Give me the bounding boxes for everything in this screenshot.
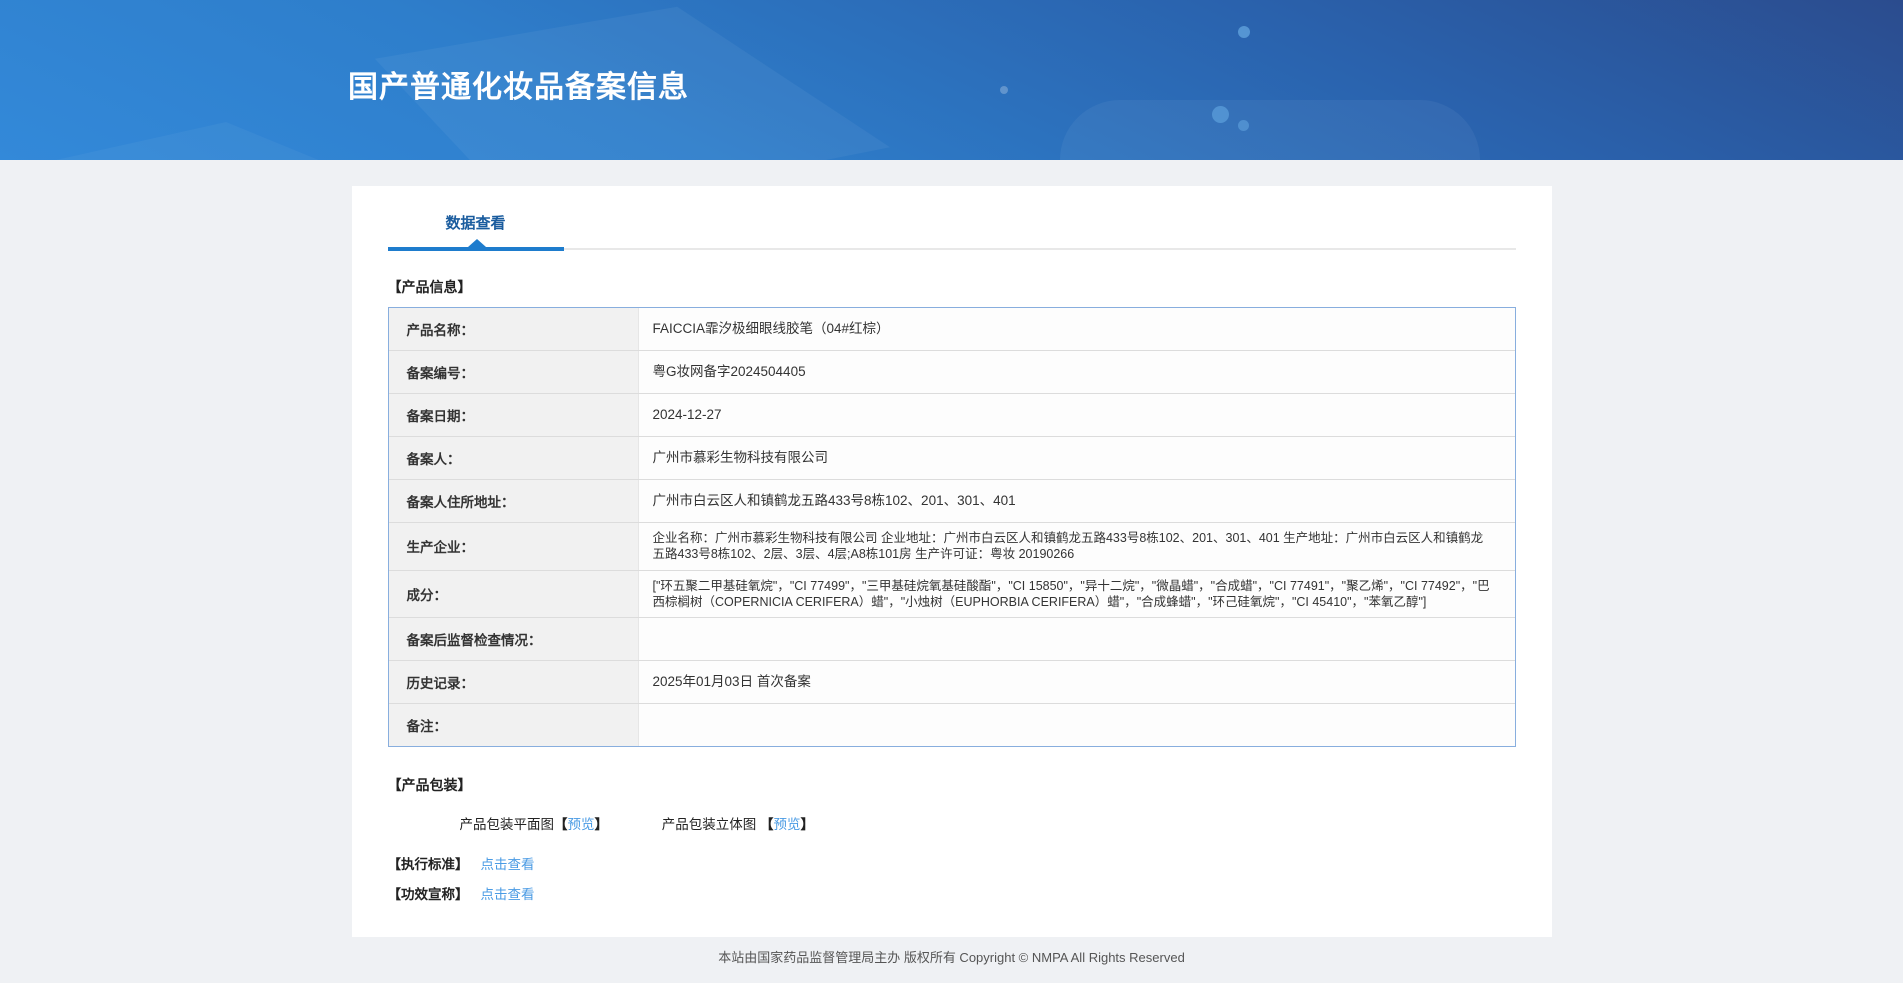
row-value: 广州市慕彩生物科技有限公司 [652,449,829,465]
packaging-flat-preview-link[interactable]: 预览 [568,817,595,832]
standard-label: 【执行标准】 [387,857,469,872]
header-decor-dot [1000,86,1008,94]
row-label: 成分： [388,570,639,617]
row-value: 企业名称：广州市慕彩生物科技有限公司 企业地址：广州市白云区人和镇鹤龙五路433… [652,531,1484,562]
main-area: 数据查看 【产品信息】 产品名称： FAICCIA霏汐极细眼线胶笔（04#红棕）… [0,160,1903,966]
row-value [639,618,1515,660]
row-value: 2025年01月03日 首次备案 [652,673,811,689]
row-label: 备案人住所地址： [388,480,639,522]
bracket-open: 【 [554,817,568,832]
standard-view-link[interactable]: 点击查看 [481,857,535,872]
tab-bar: 数据查看 [387,210,1516,251]
row-label: 生产企业： [388,523,639,570]
packaging-stereo-label: 产品包装立体图 [661,817,761,832]
row-label: 备注： [388,704,639,746]
standard-row: 【执行标准】 点击查看 [388,853,1516,873]
row-value [639,704,1515,746]
row-value: 粤G妆网备字2024504405 [652,363,806,379]
bracket-open: 【 [760,817,774,832]
row-label: 备案人： [388,437,639,479]
row-value: ["环五聚二甲基硅氧烷"，"CI 77499"，"三甲基硅烷氧基硅酸酯"，"CI… [652,578,1490,609]
packaging-section-title: 【产品包装】 [387,777,472,793]
table-row-product-name: 产品名称： FAICCIA霏汐极细眼线胶笔（04#红棕） [388,308,1515,351]
header-decor-blob [1060,100,1480,160]
page-title: 国产普通化妆品备案信息 [348,71,689,104]
table-row-remarks: 备注： [388,704,1515,746]
table-row-registrant: 备案人： 广州市慕彩生物科技有限公司 [388,437,1515,480]
table-row-manufacturer: 生产企业： 企业名称：广州市慕彩生物科技有限公司 企业地址：广州市白云区人和镇鹤… [388,523,1515,571]
header-decor-dot [1212,106,1229,123]
row-label: 产品名称： [388,308,639,350]
row-label: 备案后监督检查情况： [388,618,639,660]
row-label: 备案日期： [388,394,639,436]
content-card: 数据查看 【产品信息】 产品名称： FAICCIA霏汐极细眼线胶笔（04#红棕）… [351,186,1552,937]
packaging-flat-item: 产品包装平面图【预览】 [460,813,609,833]
bracket-close: 】 [800,817,815,832]
efficacy-view-link[interactable]: 点击查看 [481,887,535,902]
tab-underline [387,239,1516,251]
packaging-stereo-preview-link[interactable]: 预览 [774,817,801,832]
row-value: FAICCIA霏汐极细眼线胶笔（04#红棕） [652,320,890,336]
page-header-banner: 国产普通化妆品备案信息 [0,0,1903,160]
row-value: 广州市白云区人和镇鹤龙五路433号8栋102、201、301、401 [652,492,1016,508]
table-row-history: 历史记录： 2025年01月03日 首次备案 [388,661,1515,704]
efficacy-row: 【功效宣称】 点击查看 [388,883,1516,903]
efficacy-label: 【功效宣称】 [387,887,469,902]
product-info-table: 产品名称： FAICCIA霏汐极细眼线胶笔（04#红棕） 备案编号： 粤G妆网备… [387,307,1516,747]
bracket-close: 】 [594,817,609,832]
table-row-registration-number: 备案编号： 粤G妆网备字2024504405 [388,351,1515,394]
table-row-registration-date: 备案日期： 2024-12-27 [388,394,1515,437]
packaging-stereo-item: 产品包装立体图 【预览】 [662,813,814,833]
packaging-links-row: 产品包装平面图【预览】 产品包装立体图 【预览】 [388,813,1516,833]
row-value: 2024-12-27 [652,406,722,422]
footer-copyright: 本站由国家药品监督管理局主办 版权所有 Copyright © NMPA All… [718,950,1185,965]
table-row-ingredients: 成分： ["环五聚二甲基硅氧烷"，"CI 77499"，"三甲基硅烷氧基硅酸酯"… [388,570,1515,618]
row-label: 历史记录： [388,661,639,703]
table-row-registrant-address: 备案人住所地址： 广州市白云区人和镇鹤龙五路433号8栋102、201、301、… [388,480,1515,523]
header-decor-dot [1238,120,1249,131]
product-info-section-title: 【产品信息】 [387,279,472,295]
packaging-flat-label: 产品包装平面图 [459,817,555,832]
header-decor-dot [1238,26,1250,38]
row-label: 备案编号： [388,351,639,393]
tab-active-indicator [387,247,564,251]
table-row-supervision: 备案后监督检查情况： [388,618,1515,661]
tab-caret-icon [467,239,486,247]
